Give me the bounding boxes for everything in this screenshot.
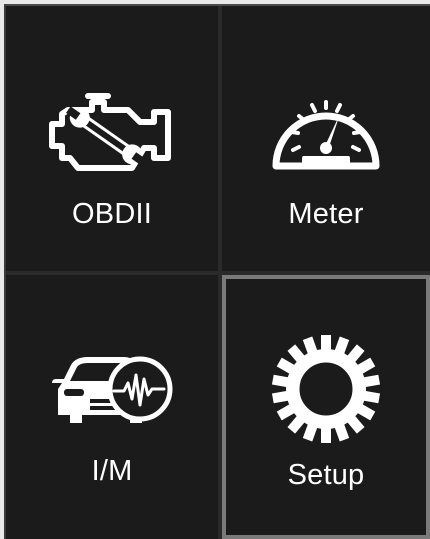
engine-icon bbox=[49, 93, 171, 171]
speedometer-icon bbox=[272, 100, 380, 170]
menu-tile-label: Meter bbox=[288, 198, 364, 230]
menu-tile-setup[interactable]: Setup bbox=[222, 275, 430, 539]
menu-tile-label: OBDII bbox=[72, 198, 152, 230]
car-diagnostic-icon bbox=[52, 356, 173, 423]
gear-icon bbox=[271, 335, 381, 443]
device-screen: OBDII Meter I/M Setup bbox=[4, 4, 430, 539]
menu-tile-obdii[interactable]: OBDII bbox=[6, 6, 218, 271]
menu-tile-label: Setup bbox=[287, 459, 365, 491]
menu-tile-label: I/M bbox=[91, 455, 133, 487]
menu-tile-meter[interactable]: Meter bbox=[222, 6, 430, 271]
main-menu-grid: OBDII Meter I/M Setup bbox=[6, 6, 430, 539]
menu-tile-im[interactable]: I/M bbox=[6, 275, 218, 539]
